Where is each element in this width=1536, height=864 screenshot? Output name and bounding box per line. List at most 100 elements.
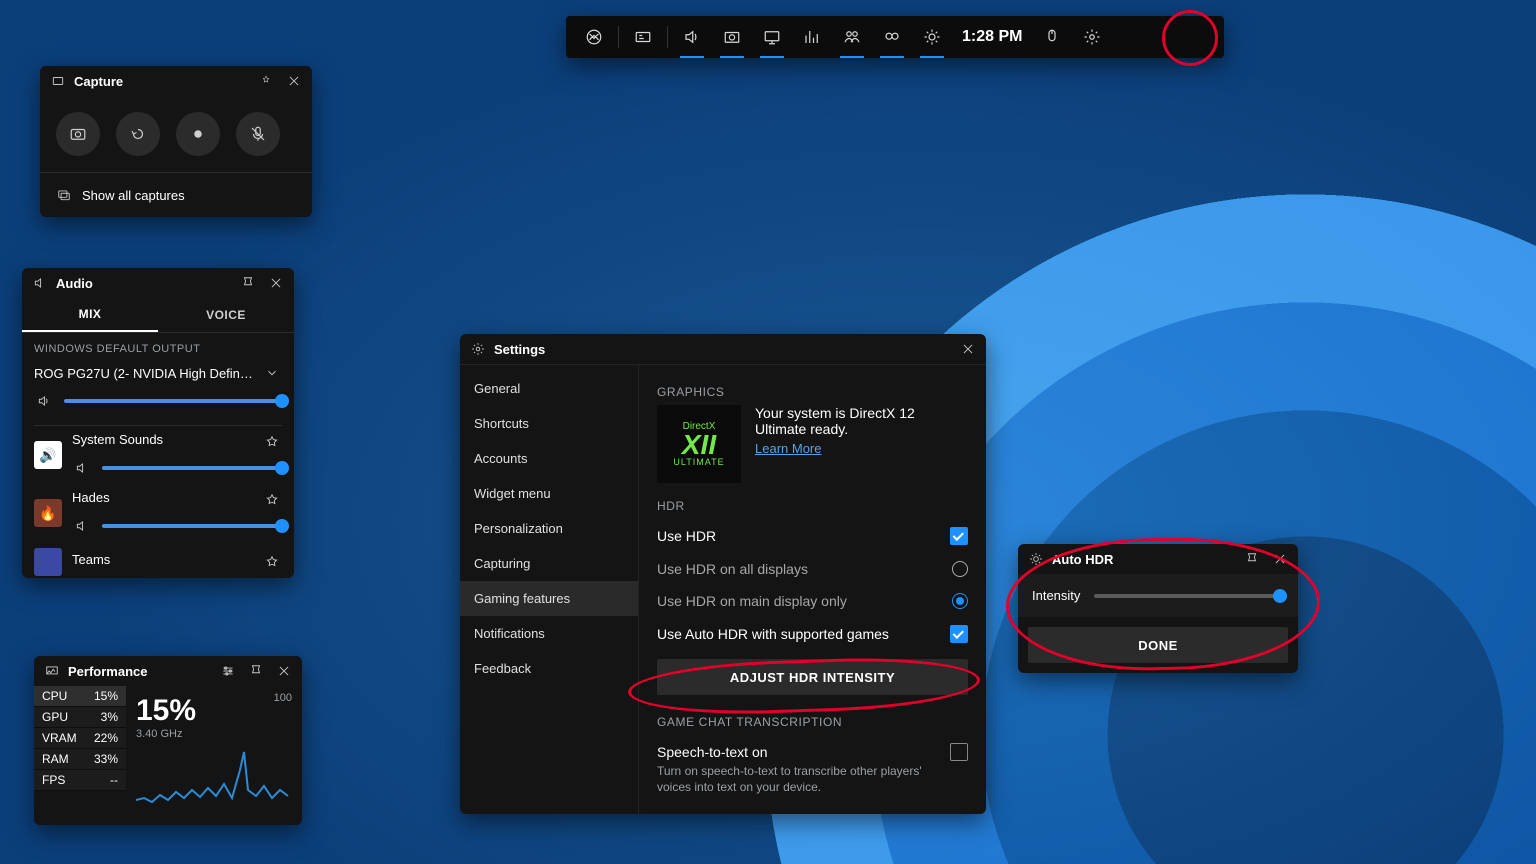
tab-voice[interactable]: VOICE bbox=[158, 298, 294, 332]
gear-icon bbox=[468, 339, 488, 359]
learn-more-link[interactable]: Learn More bbox=[755, 441, 955, 456]
use-hdr-label: Use HDR bbox=[657, 528, 716, 544]
record-last-button[interactable] bbox=[116, 112, 160, 156]
intensity-slider[interactable] bbox=[1094, 594, 1284, 598]
axis-max: 100 bbox=[274, 692, 292, 704]
perf-vram-row[interactable]: VRAM22% bbox=[34, 728, 126, 749]
close-icon[interactable] bbox=[274, 661, 294, 681]
graphics-heading: GRAPHICS bbox=[657, 385, 968, 399]
all-displays-radio[interactable] bbox=[952, 561, 968, 577]
perf-big-sub: 3.40 GHz bbox=[136, 728, 292, 740]
separator bbox=[667, 26, 668, 48]
pin-icon[interactable] bbox=[256, 71, 276, 91]
pin-icon[interactable] bbox=[238, 273, 258, 293]
chevron-down-icon[interactable] bbox=[262, 363, 282, 383]
close-icon[interactable] bbox=[958, 339, 978, 359]
perf-cpu-row[interactable]: CPU15% bbox=[34, 686, 126, 707]
show-all-captures[interactable]: Show all captures bbox=[40, 172, 312, 217]
star-icon[interactable] bbox=[262, 432, 282, 452]
volume-icon[interactable] bbox=[34, 391, 54, 411]
capture-widget: Capture Show all captures bbox=[40, 66, 312, 217]
pin-icon[interactable] bbox=[1242, 549, 1262, 569]
capture-icon[interactable] bbox=[712, 16, 752, 58]
stt-description: Turn on speech-to-text to transcribe oth… bbox=[657, 763, 957, 795]
directx-badge: DirectX XII ULTIMATE bbox=[657, 405, 741, 483]
nav-capturing[interactable]: Capturing bbox=[460, 546, 638, 581]
perf-gpu-row[interactable]: GPU3% bbox=[34, 707, 126, 728]
perf-fps-row[interactable]: FPS-- bbox=[34, 770, 126, 791]
audio-icon[interactable] bbox=[672, 16, 712, 58]
nav-accounts[interactable]: Accounts bbox=[460, 441, 638, 476]
done-button[interactable]: DONE bbox=[1028, 627, 1288, 663]
close-icon[interactable] bbox=[284, 71, 304, 91]
nav-personalization[interactable]: Personalization bbox=[460, 511, 638, 546]
master-volume-slider[interactable] bbox=[64, 399, 282, 403]
display-icon[interactable] bbox=[752, 16, 792, 58]
app-row-system-sounds: 🔊 System Sounds bbox=[22, 426, 294, 484]
stt-label: Speech-to-text on bbox=[657, 744, 768, 760]
performance-icon[interactable] bbox=[792, 16, 832, 58]
record-button[interactable] bbox=[176, 112, 220, 156]
performance-header-icon bbox=[42, 661, 62, 681]
hades-icon: 🔥 bbox=[34, 499, 62, 527]
performance-title: Performance bbox=[68, 664, 147, 679]
separator bbox=[618, 26, 619, 48]
perf-big-value: 15% bbox=[136, 694, 292, 728]
use-hdr-checkbox[interactable] bbox=[950, 527, 968, 545]
app-name: System Sounds bbox=[72, 432, 163, 452]
nav-feedback[interactable]: Feedback bbox=[460, 651, 638, 686]
settings-main: GRAPHICS DirectX XII ULTIMATE Your syste… bbox=[638, 365, 986, 814]
app-name: Teams bbox=[72, 552, 110, 572]
app-volume-slider[interactable] bbox=[102, 466, 282, 470]
perf-metric-list: CPU15% GPU3% VRAM22% RAM33% FPS-- bbox=[34, 686, 126, 825]
volume-icon[interactable] bbox=[72, 458, 92, 478]
pin-icon[interactable] bbox=[246, 661, 266, 681]
settings-icon[interactable] bbox=[1072, 16, 1112, 58]
xbox-icon[interactable] bbox=[574, 16, 614, 58]
app-name: Hades bbox=[72, 490, 110, 510]
app-volume-slider[interactable] bbox=[102, 524, 282, 528]
nav-shortcuts[interactable]: Shortcuts bbox=[460, 406, 638, 441]
adjust-hdr-intensity-button[interactable]: ADJUST HDR INTENSITY bbox=[657, 659, 968, 695]
gallery-icon bbox=[54, 185, 74, 205]
brightness-icon[interactable] bbox=[912, 16, 952, 58]
output-section-label: WINDOWS DEFAULT OUTPUT bbox=[34, 343, 282, 355]
screenshot-button[interactable] bbox=[56, 112, 100, 156]
star-icon[interactable] bbox=[262, 552, 282, 572]
audio-header-icon bbox=[30, 273, 50, 293]
perf-ram-row[interactable]: RAM33% bbox=[34, 749, 126, 770]
nav-gaming-features[interactable]: Gaming features bbox=[460, 581, 638, 616]
gamebar: 1:28 PM bbox=[566, 16, 1224, 58]
show-all-captures-label: Show all captures bbox=[82, 188, 185, 203]
clock: 1:28 PM bbox=[952, 28, 1032, 46]
nav-widget-menu[interactable]: Widget menu bbox=[460, 476, 638, 511]
system-sounds-icon: 🔊 bbox=[34, 441, 62, 469]
settings-nav: General Shortcuts Accounts Widget menu P… bbox=[460, 365, 638, 814]
close-icon[interactable] bbox=[1270, 549, 1290, 569]
settings-title: Settings bbox=[494, 342, 545, 357]
app-row-hades: 🔥 Hades bbox=[22, 484, 294, 542]
cpu-sparkline bbox=[136, 740, 292, 812]
options-icon[interactable] bbox=[218, 661, 238, 681]
output-device: ROG PG27U (2- NVIDIA High Definition A..… bbox=[34, 366, 254, 381]
volume-icon[interactable] bbox=[72, 516, 92, 536]
hdr-heading: HDR bbox=[657, 499, 968, 513]
social-icon[interactable] bbox=[832, 16, 872, 58]
intensity-label: Intensity bbox=[1032, 588, 1080, 603]
performance-widget: Performance CPU15% GPU3% VRAM22% RAM33% … bbox=[34, 656, 302, 825]
all-displays-label: Use HDR on all displays bbox=[657, 561, 808, 577]
nav-notifications[interactable]: Notifications bbox=[460, 616, 638, 651]
auto-hdr-widget: Auto HDR Intensity DONE bbox=[1018, 544, 1298, 673]
widgets-icon[interactable] bbox=[623, 16, 663, 58]
dx-ready-text: Your system is DirectX 12 Ultimate ready… bbox=[755, 405, 955, 437]
nav-general[interactable]: General bbox=[460, 371, 638, 406]
star-icon[interactable] bbox=[262, 490, 282, 510]
looking-for-group-icon[interactable] bbox=[872, 16, 912, 58]
stt-checkbox[interactable] bbox=[950, 743, 968, 761]
auto-hdr-checkbox[interactable] bbox=[950, 625, 968, 643]
tab-mix[interactable]: MIX bbox=[22, 298, 158, 332]
main-only-radio[interactable] bbox=[952, 593, 968, 609]
mouse-icon[interactable] bbox=[1032, 16, 1072, 58]
mic-off-button[interactable] bbox=[236, 112, 280, 156]
close-icon[interactable] bbox=[266, 273, 286, 293]
